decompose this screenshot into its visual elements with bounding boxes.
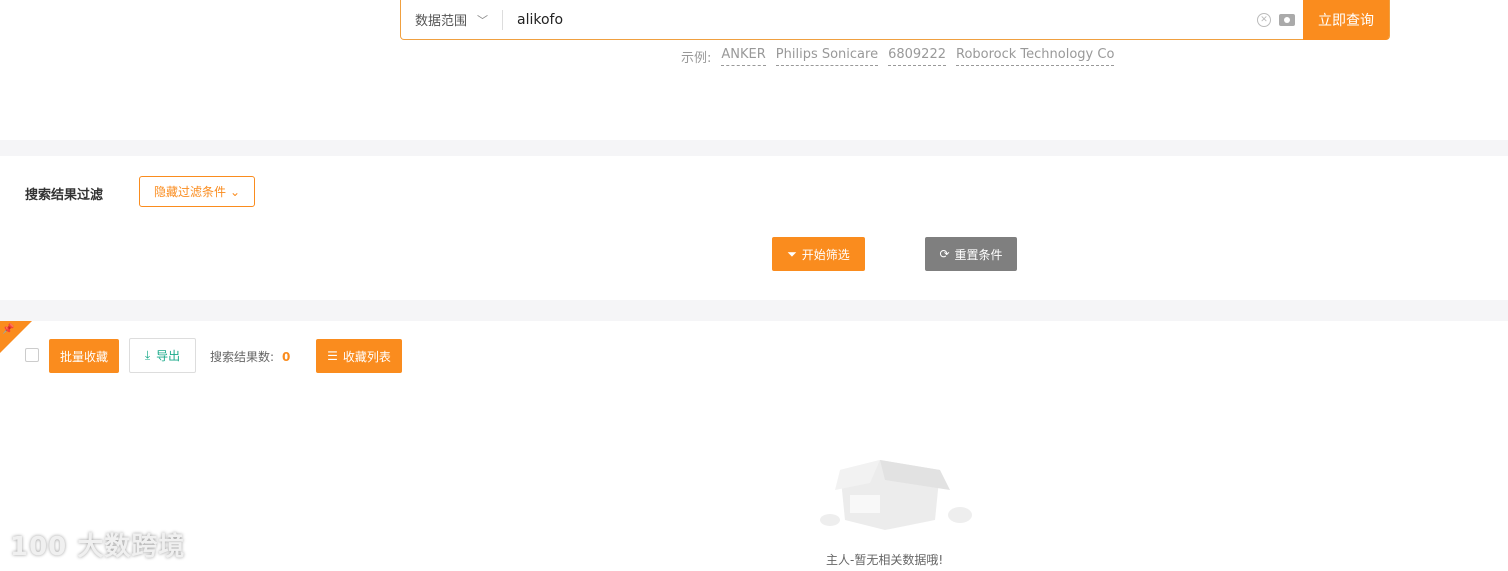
favorites-list-button[interactable]: ☰ 收藏列表 bbox=[316, 339, 402, 373]
example-link[interactable]: Philips Sonicare bbox=[775, 47, 879, 66]
camera-icon[interactable] bbox=[1279, 13, 1295, 26]
example-link[interactable]: Roborock Technology Co bbox=[956, 47, 1115, 66]
apply-filter-button[interactable]: ⏷ 开始筛选 bbox=[772, 237, 865, 271]
list-heart-icon: ☰ bbox=[327, 349, 338, 363]
divider bbox=[0, 140, 1508, 156]
bulk-favorite-button[interactable]: 批量收藏 bbox=[49, 339, 119, 373]
search-bar: 数据范围﹀ ✕ 立即查询 bbox=[400, 0, 1390, 40]
search-button[interactable]: 立即查询 bbox=[1303, 0, 1389, 40]
filter-icon: ⏷ bbox=[787, 246, 797, 261]
divider bbox=[0, 300, 1508, 321]
download-icon: ⤓ bbox=[144, 348, 151, 362]
data-scope-select[interactable]: 数据范围 ﹀ bbox=[401, 9, 504, 30]
reset-filter-button[interactable]: ⟳ 重置条件 bbox=[925, 237, 1017, 271]
pin-icon: 📌 bbox=[2, 324, 15, 335]
filter-label: 搜索结果过滤 bbox=[25, 188, 104, 203]
search-input[interactable] bbox=[503, 11, 1257, 28]
hide-filters-button[interactable]: 隐藏过滤条件 ⌄ bbox=[139, 176, 255, 207]
watermark-logo: 100 大数跨境 bbox=[10, 532, 186, 562]
select-all-checkbox[interactable] bbox=[25, 348, 39, 362]
empty-box-icon bbox=[820, 460, 972, 530]
empty-message: 主人-暂无相关数据哦! bbox=[826, 553, 944, 567]
result-count: 搜索结果数: 0 bbox=[210, 350, 291, 364]
clear-icon[interactable]: ✕ bbox=[1257, 12, 1271, 27]
chevron-down-icon: ⌄ bbox=[229, 184, 241, 199]
export-button[interactable]: ⤓ 导出 bbox=[129, 338, 196, 373]
chevron-down-icon: ﹀ bbox=[477, 13, 489, 27]
example-link[interactable]: ANKER bbox=[721, 47, 766, 66]
search-examples: 示例: ANKER Philips Sonicare 6809222 Robor… bbox=[681, 47, 1115, 66]
refresh-icon: ⟳ bbox=[939, 247, 950, 261]
example-link[interactable]: 6809222 bbox=[888, 47, 946, 66]
